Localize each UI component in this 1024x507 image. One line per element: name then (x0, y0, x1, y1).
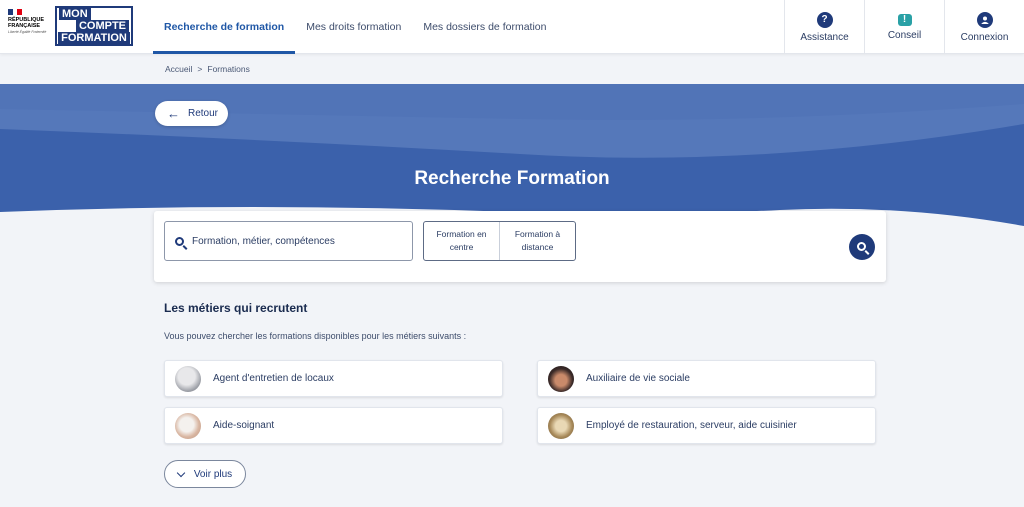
conseil-button[interactable]: ! Conseil (864, 0, 944, 54)
breadcrumb: Accueil > Formations (165, 64, 250, 74)
search-input[interactable]: Formation, métier, compétences (164, 221, 413, 261)
top-header: RÉPUBLIQUE FRANÇAISE Liberté Égalité Fra… (0, 0, 1024, 54)
formation-mode-toggle: Formation en centre Formation à distance (423, 221, 576, 261)
logo-line-3: FORMATION (58, 32, 130, 44)
job-label: Auxiliaire de vie sociale (586, 373, 690, 384)
help-icon: ? (816, 11, 833, 28)
see-more-label: Voir plus (193, 468, 233, 480)
mode-formation-en-centre[interactable]: Formation en centre (424, 222, 499, 260)
connexion-label: Connexion (960, 31, 1009, 43)
logo-line-1: MON (59, 8, 91, 20)
assistance-label: Assistance (800, 31, 849, 43)
search-placeholder: Formation, métier, compétences (192, 235, 335, 247)
search-icon (856, 241, 866, 251)
republic-motto: Liberté Égalité Fraternité (8, 30, 47, 34)
user-icon (976, 11, 993, 28)
search-icon (175, 236, 184, 246)
chat-icon: ! (897, 13, 912, 26)
mon-compte-formation-logo[interactable]: MON COMPTE FORMATION (55, 6, 133, 46)
job-card-auxiliaire-vie-sociale[interactable]: Auxiliaire de vie sociale (537, 360, 876, 397)
search-submit-button[interactable] (849, 234, 875, 260)
republique-francaise-logo[interactable]: RÉPUBLIQUE FRANÇAISE Liberté Égalité Fra… (8, 9, 50, 45)
search-card: Formation, métier, compétences Formation… (154, 211, 886, 282)
arrow-left-icon: ← (167, 106, 180, 121)
logo-line-2: COMPTE (75, 20, 129, 32)
job-label: Employé de restauration, serveur, aide c… (586, 420, 797, 431)
metiers-subtitle: Vous pouvez chercher les formations disp… (164, 331, 467, 341)
header-actions: ? Assistance ! Conseil Connexion (784, 0, 1024, 54)
main-nav: Recherche de formation Mes droits format… (153, 0, 557, 54)
page-title: Recherche Formation (414, 168, 610, 189)
back-button[interactable]: ← Retour (155, 101, 228, 126)
chevron-down-icon (176, 468, 186, 477)
job-label: Aide-soignant (213, 420, 275, 431)
job-label: Agent d'entretien de locaux (213, 373, 334, 384)
breadcrumb-current: Formations (207, 64, 250, 74)
job-card-agent-entretien[interactable]: Agent d'entretien de locaux (164, 360, 503, 397)
job-avatar (548, 412, 574, 439)
job-card-employe-restauration[interactable]: Employé de restauration, serveur, aide c… (537, 407, 876, 444)
see-more-button[interactable]: Voir plus (164, 460, 246, 488)
breadcrumb-separator: > (197, 64, 203, 74)
republic-label-2: FRANÇAISE (8, 23, 41, 29)
back-label: Retour (188, 108, 219, 119)
assistance-button[interactable]: ? Assistance (784, 0, 864, 54)
breadcrumb-home[interactable]: Accueil (165, 64, 192, 74)
nav-mes-droits-formation[interactable]: Mes droits formation (295, 0, 412, 54)
nav-recherche-formation[interactable]: Recherche de formation (153, 0, 296, 54)
nav-mes-dossiers-formation[interactable]: Mes dossiers de formation (412, 0, 557, 54)
job-avatar (175, 412, 201, 439)
french-flag-icon (8, 9, 23, 15)
mode-formation-a-distance[interactable]: Formation à distance (499, 222, 575, 260)
conseil-label: Conseil (887, 29, 922, 41)
job-avatar (175, 365, 201, 392)
metiers-title: Les métiers qui recrutent (164, 301, 308, 315)
job-avatar (548, 365, 574, 392)
job-card-aide-soignant[interactable]: Aide-soignant (164, 407, 503, 444)
connexion-button[interactable]: Connexion (944, 0, 1024, 54)
